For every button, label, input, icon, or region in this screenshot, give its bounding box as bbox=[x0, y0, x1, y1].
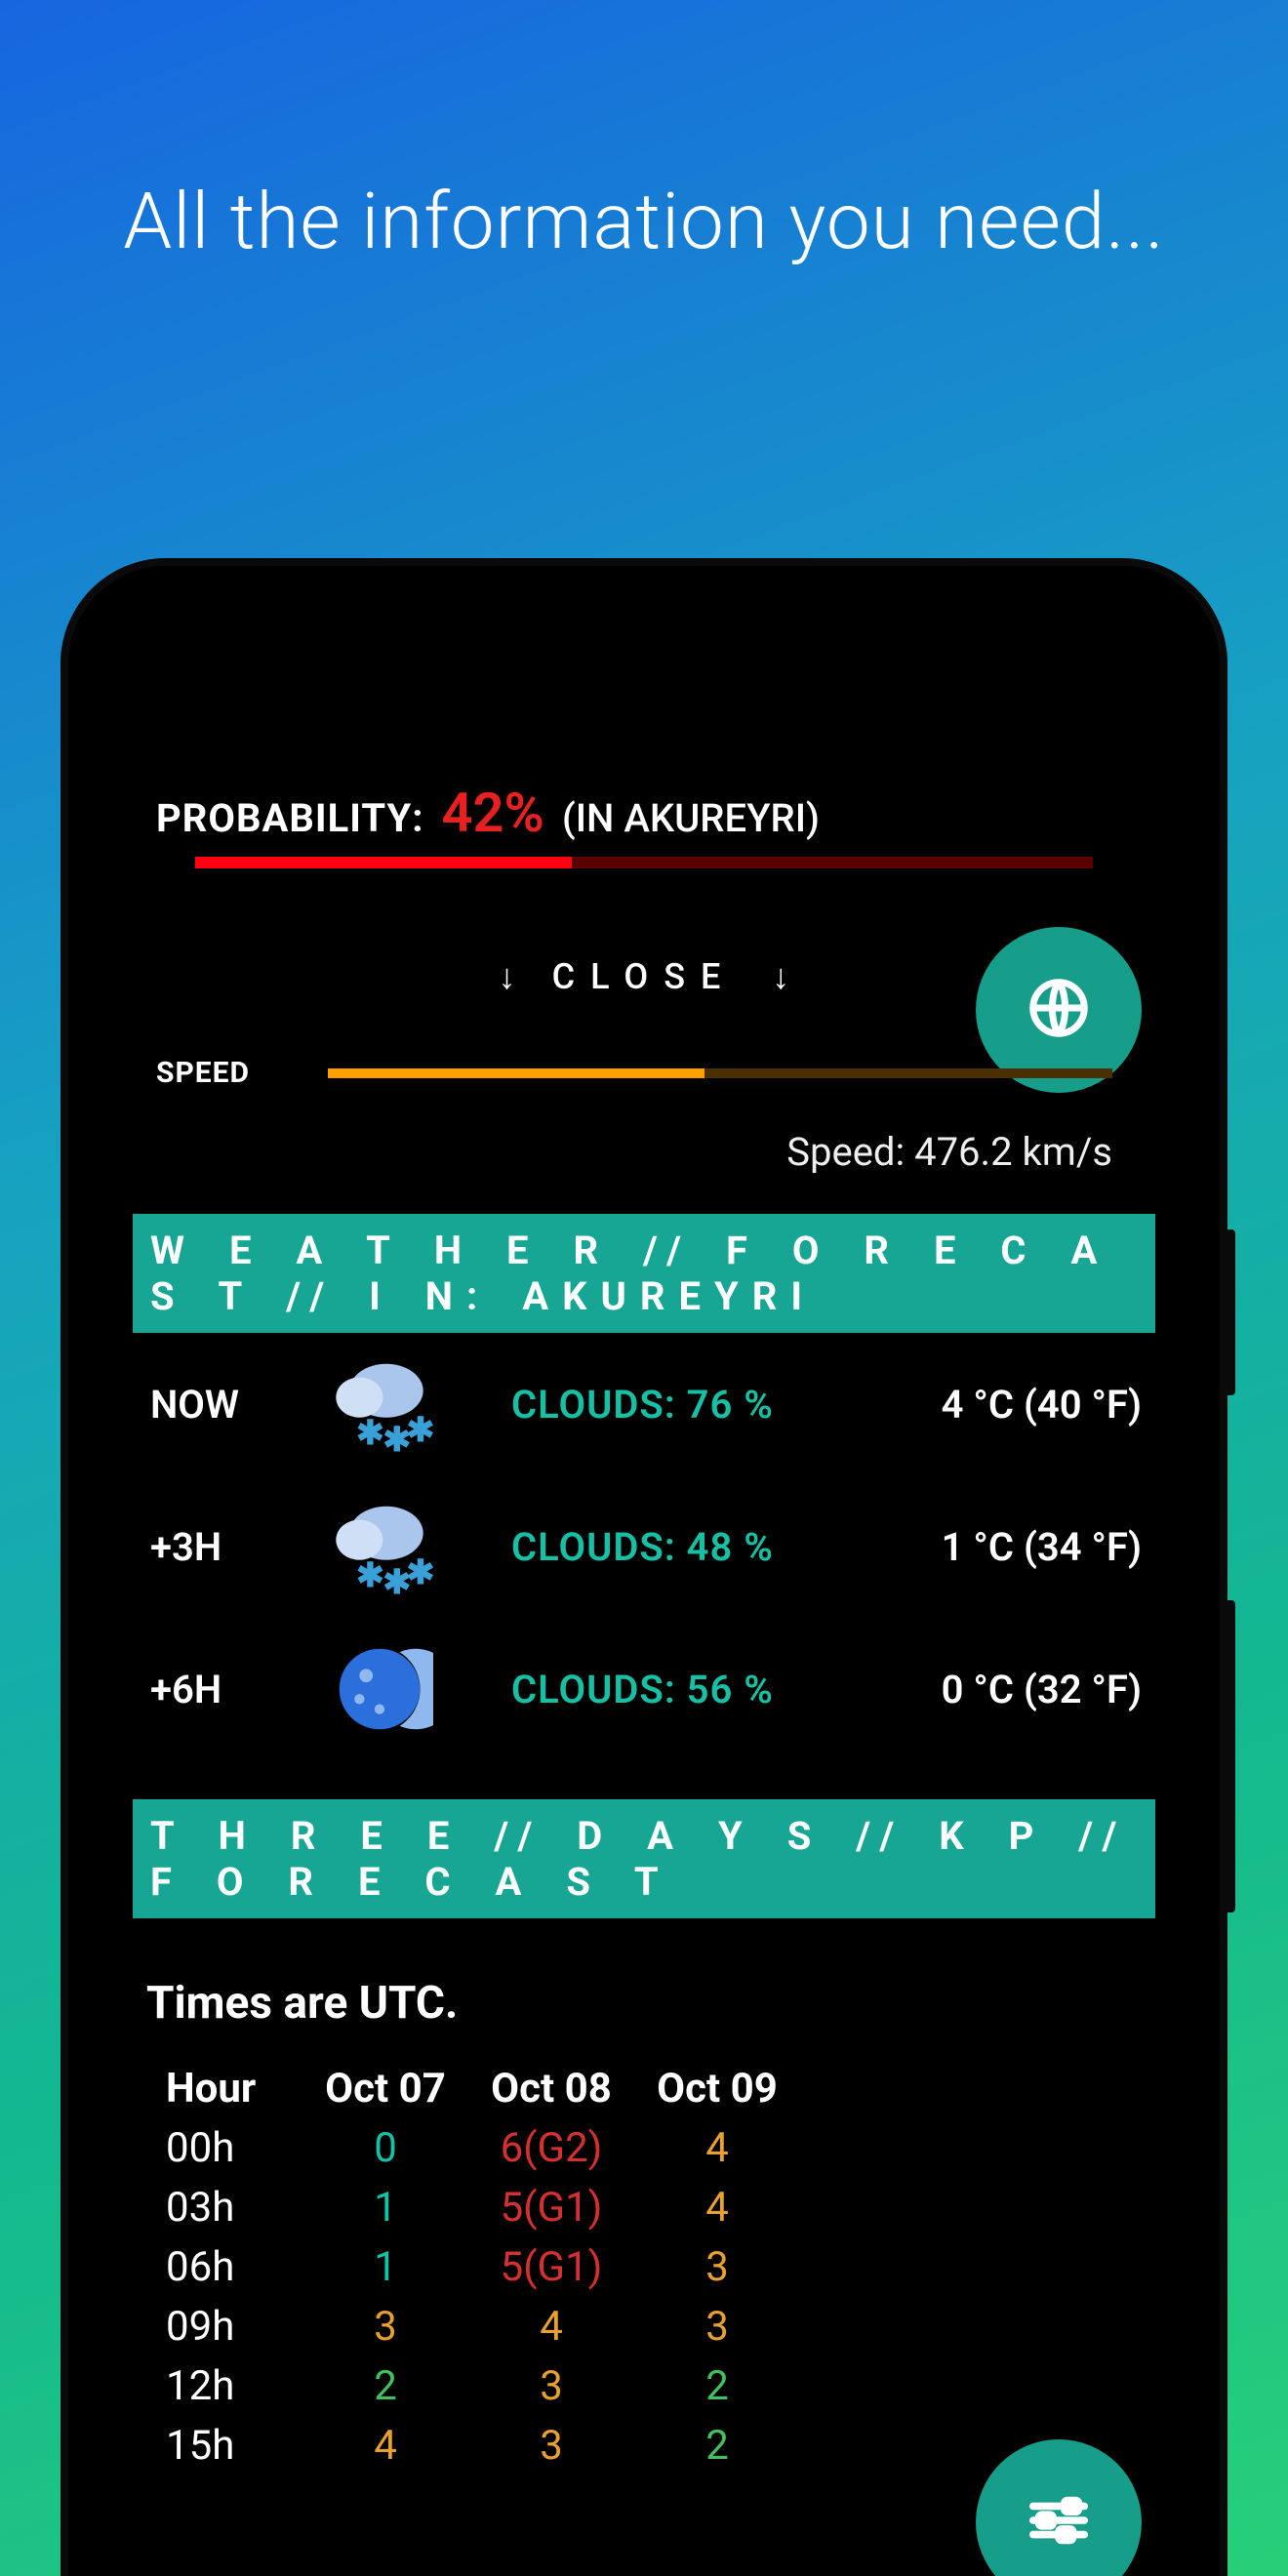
probability-bar bbox=[195, 857, 1093, 868]
weather-snow-icon: ✱ ✱ ✱ bbox=[306, 1493, 453, 1600]
weather-snow-icon: ✱ ✱ ✱ bbox=[306, 1350, 453, 1458]
kp-value: 3 bbox=[302, 2297, 468, 2356]
kp-value: 5(G1) bbox=[468, 2237, 634, 2297]
kp-col-day2: Oct 08 bbox=[468, 2059, 634, 2118]
kp-value: 4 bbox=[634, 2118, 800, 2178]
phone-side-button bbox=[1224, 1229, 1235, 1395]
phone-frame: PROBABILITY: 42% (IN AKUREYRI) bbox=[68, 566, 1220, 2576]
weather-temp: 0 °C (32 °F) bbox=[868, 1667, 1142, 1712]
chevron-down-icon: ↓ bbox=[772, 956, 789, 997]
svg-text:✱: ✱ bbox=[407, 1553, 434, 1592]
kp-row: 09h 3 4 3 bbox=[166, 2297, 1171, 2356]
kp-value: 4 bbox=[634, 2178, 800, 2237]
kp-hour: 03h bbox=[166, 2178, 302, 2237]
weather-temp: 1 °C (34 °F) bbox=[868, 1524, 1142, 1570]
kp-col-hour: Hour bbox=[166, 2059, 302, 2118]
kp-col-day1: Oct 07 bbox=[302, 2059, 468, 2118]
svg-text:✱: ✱ bbox=[356, 1556, 384, 1595]
kp-value: 2 bbox=[634, 2416, 800, 2475]
kp-hour: 15h bbox=[166, 2416, 302, 2475]
kp-row: 06h 1 5(G1) 3 bbox=[166, 2237, 1171, 2297]
kp-value: 4 bbox=[468, 2297, 634, 2356]
kp-value: 3 bbox=[468, 2416, 634, 2475]
kp-value: 2 bbox=[302, 2356, 468, 2416]
kp-value: 3 bbox=[634, 2237, 800, 2297]
speed-bar-fill bbox=[328, 1068, 704, 1078]
probability-value: 42% bbox=[442, 781, 544, 845]
kp-value: 1 bbox=[302, 2237, 468, 2297]
weather-clouds: CLOUDS: 56 % bbox=[453, 1667, 868, 1712]
probability-bar-fill bbox=[195, 857, 572, 868]
kp-value: 3 bbox=[468, 2356, 634, 2416]
weather-row: +6H CLOUDS: 56 % 0 °C (32 °F) bbox=[117, 1618, 1171, 1760]
weather-time: +6H bbox=[150, 1667, 306, 1712]
kp-hour: 06h bbox=[166, 2237, 302, 2297]
probability-location: (IN AKUREYRI) bbox=[562, 795, 820, 841]
sliders-icon bbox=[1025, 2486, 1093, 2558]
kp-section-header: T H R E E // D A Y S // K P // F O R E C… bbox=[133, 1799, 1155, 1918]
speed-bar bbox=[328, 1068, 1112, 1078]
kp-hour: 12h bbox=[166, 2356, 302, 2416]
kp-value: 2 bbox=[634, 2356, 800, 2416]
promo-tagline: All the information you need... bbox=[0, 176, 1288, 267]
kp-row: 00h 0 6(G2) 4 bbox=[166, 2118, 1171, 2178]
weather-section-header: W E A T H E R // F O R E C A S T // I N:… bbox=[133, 1214, 1155, 1333]
kp-value: 1 bbox=[302, 2178, 468, 2237]
weather-row: +3H ✱ ✱ ✱ CLOUDS: 48 % 1 °C (34 °F) bbox=[117, 1475, 1171, 1618]
weather-row: NOW ✱ ✱ ✱ CLOUDS: 76 % 4 °C (40 °F) bbox=[117, 1333, 1171, 1475]
globe-icon bbox=[1025, 974, 1093, 1046]
probability-row: PROBABILITY: 42% (IN AKUREYRI) bbox=[117, 781, 1171, 845]
speed-readout: Speed: 476.2 km/s bbox=[117, 1090, 1171, 1175]
kp-row: 12h 2 3 2 bbox=[166, 2356, 1171, 2416]
kp-value: 0 bbox=[302, 2118, 468, 2178]
kp-table-header: Hour Oct 07 Oct 08 Oct 09 bbox=[166, 2059, 1171, 2118]
kp-hour: 09h bbox=[166, 2297, 302, 2356]
weather-clouds: CLOUDS: 48 % bbox=[453, 1524, 868, 1570]
promo-background: All the information you need... PROBABIL… bbox=[0, 0, 1288, 2576]
speed-label: SPEED bbox=[156, 1056, 250, 1090]
kp-value: 6(G2) bbox=[468, 2118, 634, 2178]
kp-value: 5(G1) bbox=[468, 2178, 634, 2237]
weather-moon-icon bbox=[306, 1635, 453, 1743]
kp-hour: 00h bbox=[166, 2118, 302, 2178]
svg-text:✱: ✱ bbox=[356, 1414, 384, 1453]
weather-temp: 4 °C (40 °F) bbox=[868, 1382, 1142, 1428]
kp-value: 3 bbox=[634, 2297, 800, 2356]
svg-text:✱: ✱ bbox=[407, 1411, 434, 1450]
app-screen: PROBABILITY: 42% (IN AKUREYRI) bbox=[117, 634, 1171, 2576]
kp-col-day3: Oct 09 bbox=[634, 2059, 800, 2118]
kp-table: Hour Oct 07 Oct 08 Oct 09 00h 0 6(G2) 4 … bbox=[117, 2059, 1171, 2475]
weather-time: +3H bbox=[150, 1524, 306, 1570]
phone-side-button bbox=[1224, 1600, 1235, 1912]
chevron-down-icon: ↓ bbox=[499, 956, 516, 997]
weather-clouds: CLOUDS: 76 % bbox=[453, 1382, 868, 1428]
kp-row: 03h 1 5(G1) 4 bbox=[166, 2178, 1171, 2237]
kp-value: 4 bbox=[302, 2416, 468, 2475]
kp-timezone-note: Times are UTC. bbox=[117, 1918, 1171, 2059]
weather-time: NOW bbox=[150, 1382, 306, 1428]
close-label: CLOSE bbox=[552, 956, 737, 997]
probability-label: PROBABILITY: bbox=[156, 795, 424, 841]
